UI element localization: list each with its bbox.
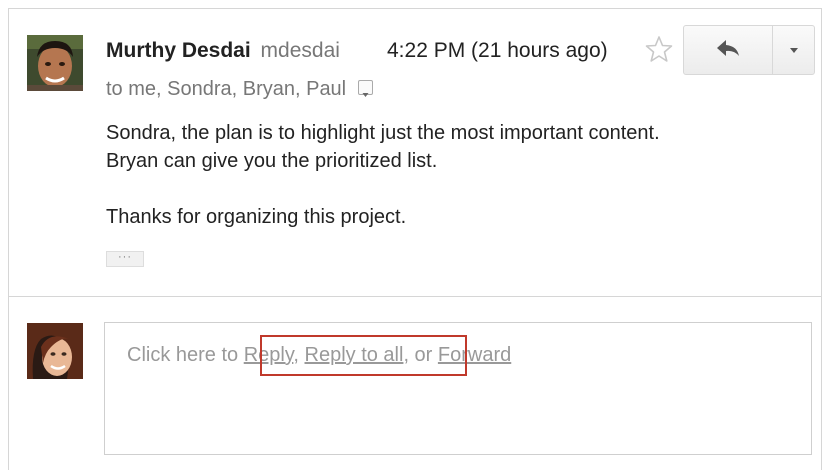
reply-prompt-prefix: Click here to [127,344,244,366]
show-details-toggle[interactable] [357,80,373,98]
body-line: Thanks for organizing this project. [106,206,407,228]
star-icon[interactable] [643,33,675,65]
message-thread: Murthy Desdai mdesdai 4:22 PM (21 hours … [8,8,822,470]
chevron-down-icon [362,93,369,98]
reply-arrow-icon [715,38,741,63]
reply-link[interactable]: Reply [244,344,294,366]
reply-separator: , [293,344,305,366]
recipients-line: to me, Sondra, Bryan, Paul [106,75,373,103]
sender-email[interactable]: mdesdai [261,36,343,66]
sender-name[interactable]: Murthy Desdai [106,39,251,62]
reply-prompt: Click here to Reply, Reply to all, or Fo… [127,342,511,368]
forward-link[interactable]: Forward [438,344,511,366]
reply-separator: , or [403,344,438,366]
recipients-text: to me, Sondra, Bryan, Paul [106,78,347,100]
more-options-button[interactable] [773,26,814,74]
show-trimmed-content-button[interactable]: ··· [106,251,144,267]
reply-box[interactable]: Click here to Reply, Reply to all, or Fo… [104,322,812,455]
message-timestamp[interactable]: 4:22 PM (21 hours ago) [387,36,608,66]
message-body: Sondra, the plan is to highlight just th… [106,119,806,231]
body-line: Bryan can give you the prioritized list. [106,150,438,172]
reply-button-group [683,25,815,75]
reply-to-all-link[interactable]: Reply to all [305,344,404,366]
sender-avatar[interactable] [27,35,83,91]
reply-button[interactable] [684,26,773,74]
dropdown-arrow-icon [788,41,800,59]
sender-line: Murthy Desdai mdesdai [106,36,343,66]
current-user-avatar [27,323,83,379]
divider [9,296,821,297]
body-line: Sondra, the plan is to highlight just th… [106,122,660,144]
